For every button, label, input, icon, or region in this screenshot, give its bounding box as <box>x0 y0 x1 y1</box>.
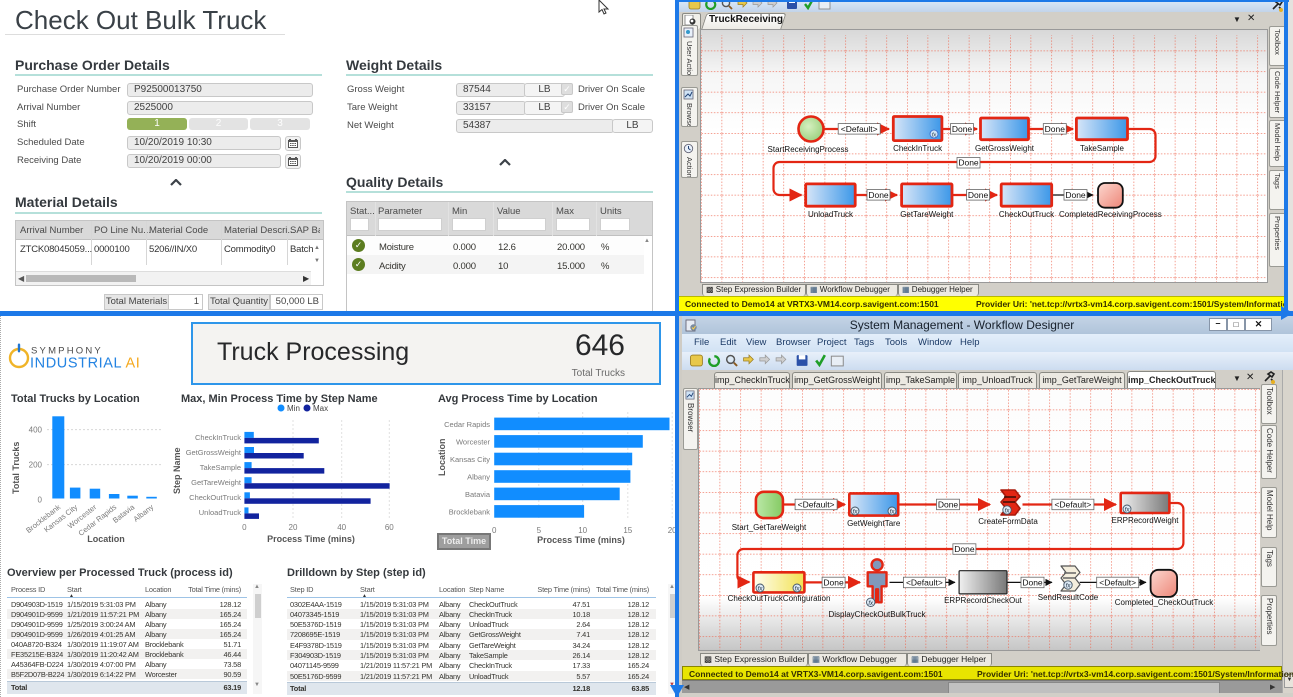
svg-text:GetTareWeight: GetTareWeight <box>900 210 954 219</box>
svg-text:Min: Min <box>287 404 300 413</box>
svg-text:CompletedReceivingProcess: CompletedReceivingProcess <box>1059 210 1162 219</box>
svg-text:40: 40 <box>337 523 346 532</box>
svg-text:Albany: Albany <box>132 502 156 523</box>
svg-text:Process Time (mins): Process Time (mins) <box>537 535 625 545</box>
svg-text:CheckOutTruck: CheckOutTruck <box>999 210 1055 219</box>
svg-text:Brocklebank: Brocklebank <box>449 508 491 517</box>
svg-text:CheckInTruck: CheckInTruck <box>893 144 943 153</box>
svg-text:CheckOutTruckConfiguration: CheckOutTruckConfiguration <box>728 594 831 603</box>
svg-text:60: 60 <box>385 523 394 532</box>
svg-text:15: 15 <box>623 526 632 535</box>
svg-text:Process Time (mins): Process Time (mins) <box>267 534 355 544</box>
svg-text:fx: fx <box>932 133 937 139</box>
svg-text:200: 200 <box>29 461 43 470</box>
svg-text:Done: Done <box>823 577 844 587</box>
svg-text:Step Name: Step Name <box>172 447 182 494</box>
svg-text:Done: Done <box>938 499 959 509</box>
svg-text:Albany: Albany <box>467 473 490 482</box>
svg-text:DisplayCheckOutBulkTruck: DisplayCheckOutBulkTruck <box>828 610 926 619</box>
svg-text:Done: Done <box>1045 124 1066 134</box>
svg-text:Kansas City: Kansas City <box>450 455 490 464</box>
svg-text:0: 0 <box>242 523 247 532</box>
svg-text:StartReceivingProcess: StartReceivingProcess <box>768 145 849 154</box>
svg-text:Start_GetTareWeight: Start_GetTareWeight <box>732 523 807 532</box>
svg-text:Done: Done <box>954 544 975 554</box>
svg-text:Worcester: Worcester <box>456 438 491 447</box>
svg-text:<Default>: <Default> <box>798 499 835 509</box>
svg-text:CheckInTruck: CheckInTruck <box>195 433 241 442</box>
svg-text:<Default>: <Default> <box>906 577 943 587</box>
svg-text:<Default>: <Default> <box>1099 577 1136 587</box>
svg-text:<Default>: <Default> <box>1054 499 1091 509</box>
svg-text:Done: Done <box>952 124 973 134</box>
svg-text:0: 0 <box>38 496 43 505</box>
svg-text:Done: Done <box>958 158 979 168</box>
svg-text:UnloadTruck: UnloadTruck <box>808 210 854 219</box>
svg-text:20: 20 <box>289 523 298 532</box>
svg-text:0: 0 <box>492 526 497 535</box>
svg-text:Location: Location <box>437 439 447 477</box>
svg-text:GetTareWeight: GetTareWeight <box>191 478 242 487</box>
svg-text:Cedar Rapids: Cedar Rapids <box>444 420 490 429</box>
svg-text:GetGrossWeight: GetGrossWeight <box>975 144 1035 153</box>
svg-text:GetGrossWeight: GetGrossWeight <box>186 448 242 457</box>
svg-text:<Default>: <Default> <box>841 124 878 134</box>
svg-text:5: 5 <box>537 526 542 535</box>
svg-text:GetWeightTare: GetWeightTare <box>847 519 901 528</box>
svg-text:Max: Max <box>313 404 328 413</box>
svg-text:Total Trucks: Total Trucks <box>11 442 21 494</box>
svg-text:UnloadTruck: UnloadTruck <box>199 508 241 517</box>
svg-text:Completed_CheckOutTruck: Completed_CheckOutTruck <box>1115 598 1214 607</box>
svg-text:ERPRecordCheckOut: ERPRecordCheckOut <box>944 596 1023 605</box>
svg-text:CreateFormData: CreateFormData <box>978 517 1038 526</box>
svg-text:Done: Done <box>1022 577 1043 587</box>
svg-text:Done: Done <box>968 190 989 200</box>
svg-text:Done: Done <box>1065 190 1086 200</box>
svg-text:400: 400 <box>29 426 43 435</box>
svg-text:TakeSample: TakeSample <box>200 463 241 472</box>
svg-text:Location: Location <box>87 534 125 544</box>
svg-text:Batavia: Batavia <box>465 490 491 499</box>
svg-text:SendResultCode: SendResultCode <box>1038 593 1099 602</box>
svg-text:CheckOutTruck: CheckOutTruck <box>189 493 241 502</box>
svg-text:10: 10 <box>578 526 587 535</box>
svg-text:TakeSample: TakeSample <box>1080 144 1125 153</box>
svg-text:ERPRecordWeight: ERPRecordWeight <box>1112 516 1180 525</box>
svg-text:Done: Done <box>868 190 889 200</box>
